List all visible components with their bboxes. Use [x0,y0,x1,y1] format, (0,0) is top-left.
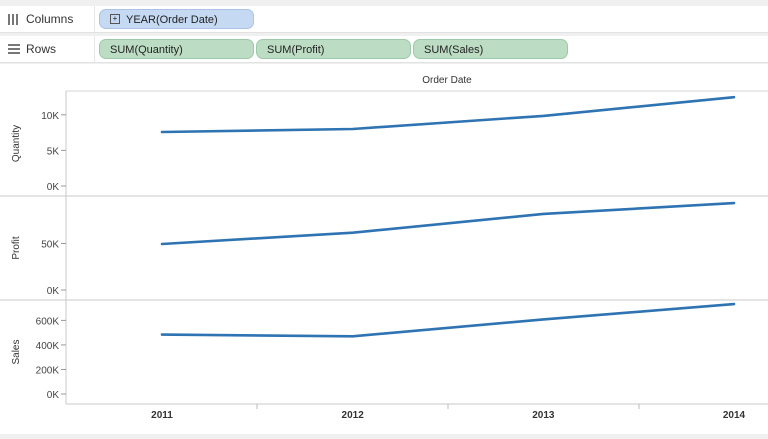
panel-quantity: Quantity 0K 5K 10K [11,95,736,193]
y-axis-label-quantity: Quantity [11,125,22,162]
pill-label: SUM(Quantity) [110,44,183,56]
pill-sum-quantity[interactable]: SUM(Quantity) [99,39,254,59]
rows-label: Rows [26,42,57,56]
y-tick-label: 200K [36,365,60,376]
y-axis-label-profit: Profit [11,236,22,260]
x-tick-label-2013: 2013 [532,410,555,421]
y-tick-label: 400K [36,341,60,352]
y-tick-label: 0K [47,286,60,297]
pill-sum-profit[interactable]: SUM(Profit) [256,39,411,59]
columns-drop-area[interactable]: + YEAR(Order Date) [94,6,768,32]
y-tick-label: 5K [47,146,60,157]
y-tick-label: 0K [47,182,60,193]
pill-label: YEAR(Order Date) [126,14,218,26]
column-header-title: Order Date [422,75,472,86]
panel-sales: Sales 0K 200K 400K 600K [11,302,736,401]
y-tick-label: 10K [41,111,59,122]
rows-drop-area[interactable]: SUM(Quantity) SUM(Profit) SUM(Sales) [94,36,768,62]
x-tick-label-2011: 2011 [151,410,173,421]
pill-label: SUM(Sales) [424,44,484,56]
rows-icon [8,43,20,54]
y-tick-label: 50K [41,240,59,251]
pill-year-order-date[interactable]: + YEAR(Order Date) [99,9,254,29]
chart-panels: Quantity 0K 5K 10K Profit 0K 50K Sales 0K 200K 400… [11,95,736,401]
line-chart: Order Date Quantity 0K 5K 10K Profit 0K 50K Sal… [0,75,768,421]
rows-shelf: Rows SUM(Quantity) SUM(Profit) SUM(Sales… [0,36,768,63]
rows-shelf-label: Rows [8,36,56,62]
series-line-sales [160,302,736,338]
chart-frame [0,90,768,405]
series-line-quantity [160,95,736,134]
columns-icon [8,13,18,25]
x-axis: 2011 2012 2013 2014 [151,404,746,421]
columns-shelf-label: Columns [8,6,73,32]
pill-sum-sales[interactable]: SUM(Sales) [413,39,568,59]
pill-label: SUM(Profit) [267,44,325,56]
series-line-profit [160,201,736,246]
columns-shelf: Columns + YEAR(Order Date) [0,6,768,33]
panel-profit: Profit 0K 50K [11,201,736,297]
x-tick-label-2012: 2012 [342,410,365,421]
worksheet-view: Order Date Quantity 0K 5K 10K Profit 0K 50K Sal… [0,64,768,434]
columns-label: Columns [26,12,74,26]
expand-plus-icon[interactable]: + [110,14,120,25]
y-tick-label: 0K [47,390,60,401]
x-tick-label-2014: 2014 [723,410,746,421]
y-axis-label-sales: Sales [11,339,22,364]
y-tick-label: 600K [36,316,60,327]
